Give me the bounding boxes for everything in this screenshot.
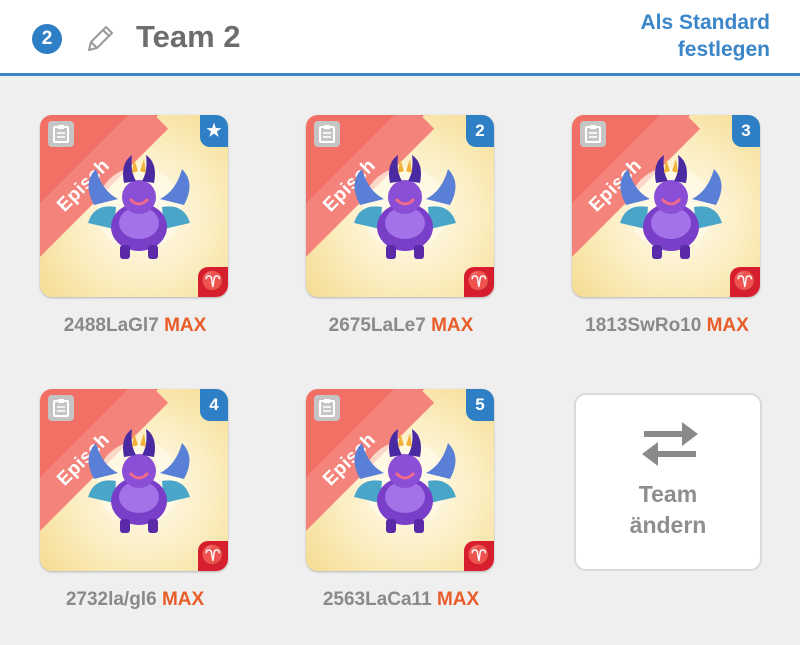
monster-card[interactable]: Episch 2 ♈ bbox=[306, 115, 494, 297]
monster-name: 2732la/gl6 bbox=[65, 589, 157, 610]
set-default-line-2: festlegen bbox=[677, 38, 770, 61]
slot-rank-badge: 3 bbox=[732, 115, 760, 147]
edit-pencil-icon[interactable] bbox=[83, 22, 117, 56]
monster-level: MAX bbox=[436, 589, 480, 610]
change-team-line-2: ändern bbox=[629, 512, 707, 538]
favorite-star-icon: ★ bbox=[200, 115, 228, 147]
dragon-monster-icon bbox=[354, 429, 456, 533]
monster-level: MAX bbox=[431, 315, 474, 336]
set-default-line-1: Als Standard bbox=[640, 11, 770, 34]
team-number-badge: 2 bbox=[32, 24, 62, 54]
notes-icon[interactable] bbox=[314, 121, 340, 147]
aries-element-icon: ♈ bbox=[198, 267, 228, 297]
monster-label: 2675LaLe7 MAX bbox=[286, 315, 516, 337]
slot-rank-badge: 2 bbox=[466, 115, 494, 147]
change-team-line-1: Team bbox=[638, 481, 698, 507]
notes-icon[interactable] bbox=[48, 395, 74, 421]
monster-level: MAX bbox=[161, 589, 205, 610]
monster-name: 2563LaCa11 bbox=[322, 589, 432, 610]
monster-card[interactable]: Episch 5 ♈ bbox=[306, 389, 494, 571]
team-header: 2 Team 2 Als Standard festlegen bbox=[0, 0, 800, 76]
aries-element-icon: ♈ bbox=[464, 541, 494, 571]
dragon-monster-icon bbox=[354, 155, 456, 259]
monster-card[interactable]: Episch 4 ♈ bbox=[40, 389, 228, 571]
slot-rank-badge: 5 bbox=[466, 389, 494, 421]
aries-element-icon: ♈ bbox=[198, 541, 228, 571]
monster-label: 1813SwRo10 MAX bbox=[552, 315, 782, 337]
monster-card[interactable]: Episch ★ ♈ bbox=[40, 115, 228, 297]
notes-icon[interactable] bbox=[314, 395, 340, 421]
set-as-default-button[interactable]: Als Standard festlegen bbox=[580, 9, 770, 63]
monster-label: 2732la/gl6 MAX bbox=[20, 589, 250, 611]
aries-element-icon: ♈ bbox=[464, 267, 494, 297]
team-title[interactable]: Team 2 bbox=[136, 19, 241, 55]
change-team-label: Team ändern bbox=[576, 479, 760, 541]
swap-arrows-icon bbox=[642, 422, 698, 466]
notes-icon[interactable] bbox=[580, 121, 606, 147]
aries-element-icon: ♈ bbox=[730, 267, 760, 297]
monster-level: MAX bbox=[164, 315, 207, 336]
notes-icon[interactable] bbox=[48, 121, 74, 147]
dragon-monster-icon bbox=[88, 155, 190, 259]
monster-name: 1813SwRo10 bbox=[585, 315, 702, 336]
monster-name: 2675LaLe7 bbox=[328, 315, 426, 336]
dragon-monster-icon bbox=[88, 429, 190, 533]
monster-level: MAX bbox=[706, 315, 749, 336]
change-team-button[interactable]: Team ändern bbox=[574, 393, 762, 571]
slot-rank-badge: 4 bbox=[200, 389, 228, 421]
dragon-monster-icon bbox=[620, 155, 722, 259]
monster-name: 2488LaGl7 bbox=[63, 315, 159, 336]
monster-label: 2563LaCa11 MAX bbox=[286, 589, 516, 611]
monster-label: 2488LaGl7 MAX bbox=[20, 315, 250, 337]
monster-card[interactable]: Episch 3 ♈ bbox=[572, 115, 760, 297]
